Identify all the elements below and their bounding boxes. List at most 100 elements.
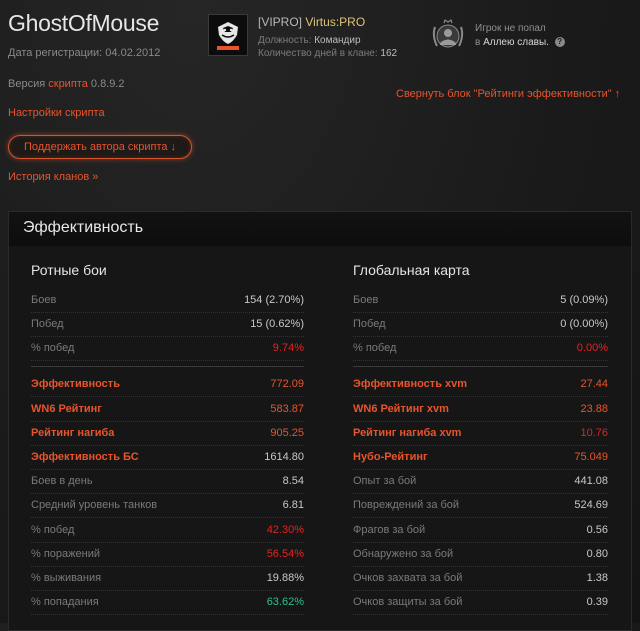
stat-row: Рейтинг нагиба 905.25 [31, 421, 304, 446]
stat-row: % побед 0.00% [353, 336, 608, 361]
stat-row: % побед 42.30% [31, 518, 304, 543]
stat-label: Очков захвата за бой [353, 572, 463, 584]
stat-value: 56.54% [266, 548, 304, 560]
stat-value: 10.76 [580, 427, 608, 439]
support-author-button[interactable]: Поддержать автора скрипта ↓ [8, 135, 192, 159]
stat-value: 42.30% [266, 524, 304, 536]
stat-label: Очков защиты за бой [353, 596, 463, 608]
stat-label: Боев в день [31, 475, 93, 487]
clan-name[interactable]: [VIPRO] Virtus:PRO [258, 15, 365, 29]
stat-row: Рейтинг нагиба xvm 10.76 [353, 421, 608, 446]
stat-label: Повреждений за бой [353, 499, 460, 511]
stat-label: Эффективность [31, 378, 120, 390]
stat-value: 905.25 [270, 427, 304, 439]
clan-logo-icon[interactable] [208, 14, 248, 56]
stat-row: Боев 154 (2.70%) [31, 288, 304, 313]
stat-label: Фрагов за бой [353, 524, 426, 536]
stat-row: % выживания 19.88% [31, 566, 304, 591]
stat-value: 5 (0.09%) [560, 294, 608, 306]
stat-row: % побед 9.74% [31, 336, 304, 361]
fame-prefix: в [475, 37, 481, 48]
stat-value: 583.87 [270, 403, 304, 415]
stat-label: Рейтинг нагиба xvm [353, 427, 462, 439]
stat-label: % попадания [31, 596, 99, 608]
clan-position-label: Должность: [258, 35, 312, 46]
script-link[interactable]: скрипта [48, 78, 88, 90]
stat-label: Боев [353, 294, 379, 306]
stat-row: Боев 5 (0.09%) [353, 288, 608, 313]
version-number: 0.8.9.2 [90, 78, 125, 90]
fame-link-line: в Аллею славы. ? [475, 37, 565, 48]
stat-row: Обнаружено за бой 0.80 [353, 542, 608, 567]
player-name: GhostOfMouse [8, 10, 160, 36]
hall-of-fame-link[interactable]: Аллею славы. [483, 37, 549, 48]
stat-value: 75.049 [574, 451, 608, 463]
stat-value: 63.62% [266, 596, 304, 608]
stat-value: 23.88 [580, 403, 608, 415]
stat-label: % поражений [31, 548, 100, 560]
stat-value: 0.56 [586, 524, 608, 536]
stat-label: Боев [31, 294, 57, 306]
clan-position-value: Командир [314, 35, 361, 46]
help-icon[interactable]: ? [554, 37, 565, 47]
stat-value: 154 (2.70%) [244, 294, 304, 306]
script-settings-link[interactable]: Настройки скрипта [8, 107, 105, 119]
stat-row: Побед 0 (0.00%) [353, 312, 608, 337]
stat-value: 1614.80 [264, 451, 304, 463]
stat-row: Эффективность 772.09 [31, 372, 304, 397]
clan-days: Количество дней в клане: 162 [258, 48, 397, 59]
stat-row: WN6 Рейтинг xvm 23.88 [353, 397, 608, 422]
stat-row: WN6 Рейтинг 583.87 [31, 397, 304, 422]
stat-value: 0 (0.00%) [560, 318, 608, 330]
stat-label: Нубо-Рейтинг [353, 451, 428, 463]
stat-value: 0.00% [576, 342, 608, 354]
company-battles-title: Ротные бои [31, 262, 107, 278]
stat-value: 15 (0.62%) [250, 318, 304, 330]
stat-label: Эффективность xvm [353, 378, 468, 390]
stat-label: Побед [31, 318, 64, 330]
registration-label: Дата регистрации: [8, 47, 103, 59]
stat-row: % попадания 63.62% [31, 590, 304, 615]
stat-label: % побед [31, 342, 75, 354]
clan-full-name[interactable]: Virtus:PRO [305, 15, 365, 29]
stat-row: Средний уровень танков 6.81 [31, 493, 304, 518]
registration-date: Дата регистрации: 04.02.2012 [8, 47, 160, 59]
stat-row: Эффективность БС 1614.80 [31, 445, 304, 470]
stat-value: 27.44 [580, 378, 608, 390]
stat-label: Средний уровень танков [31, 499, 158, 511]
stat-row: Очков защиты за бой 0.39 [353, 590, 608, 615]
stat-label: Обнаружено за бой [353, 548, 454, 560]
stat-value: 524.69 [574, 499, 608, 511]
stat-label: % выживания [31, 572, 102, 584]
stat-row: % поражений 56.54% [31, 542, 304, 567]
stat-label: Эффективность БС [31, 451, 139, 463]
stat-label: % побед [31, 524, 75, 536]
stat-row: Боев в день 8.54 [31, 469, 304, 494]
stat-value: 772.09 [270, 378, 304, 390]
stat-value: 1.38 [586, 572, 608, 584]
registration-value: 04.02.2012 [105, 47, 161, 59]
stat-value: 9.74% [272, 342, 304, 354]
stat-label: WN6 Рейтинг xvm [353, 403, 449, 415]
stat-row: Фрагов за бой 0.56 [353, 518, 608, 543]
laurel-wreath-icon [430, 19, 466, 53]
stat-label: Опыт за бой [353, 475, 417, 487]
fame-status: Игрок не попал [475, 23, 546, 34]
stat-label: Побед [353, 318, 386, 330]
stat-label: % побед [353, 342, 397, 354]
clan-position: Должность: Командир [258, 35, 361, 46]
section-divider [31, 366, 304, 367]
global-map-title: Глобальная карта [353, 262, 470, 278]
stat-value: 441.08 [574, 475, 608, 487]
stat-value: 0.39 [586, 596, 608, 608]
collapse-ratings-link[interactable]: Свернуть блок "Рейтинги эффективности" ↑ [396, 88, 620, 100]
clan-tag[interactable]: [VIPRO] [258, 15, 302, 29]
stat-row: Опыт за бой 441.08 [353, 469, 608, 494]
clan-days-label: Количество дней в клане: [258, 48, 378, 59]
stat-label: WN6 Рейтинг [31, 403, 102, 415]
stat-row: Побед 15 (0.62%) [31, 312, 304, 337]
stat-row: Эффективность xvm 27.44 [353, 372, 608, 397]
stat-value: 6.81 [282, 499, 304, 511]
clan-history-link[interactable]: История кланов » [8, 171, 98, 183]
stat-label: Рейтинг нагиба [31, 427, 115, 439]
